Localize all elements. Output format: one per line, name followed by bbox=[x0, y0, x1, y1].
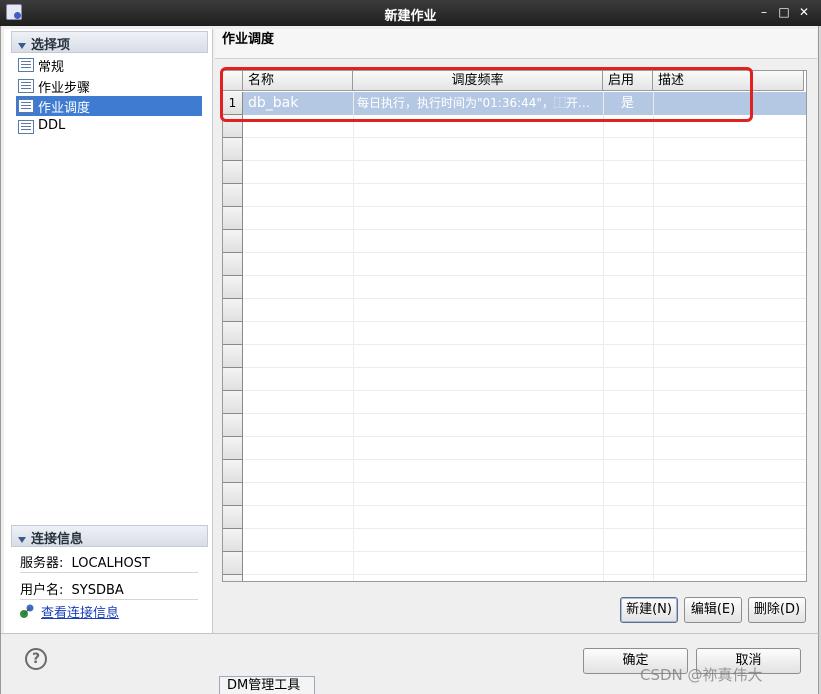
cell-name[interactable]: db_bak bbox=[248, 92, 352, 115]
help-icon[interactable]: ? bbox=[25, 648, 47, 670]
schedule-table: 名称 调度频率 启用 描述 1 db_bak 每日执行，执行时间为"01:36:… bbox=[222, 70, 807, 582]
connection-server-row: 服务器: LOCALHOST bbox=[20, 547, 198, 573]
empty-row-header bbox=[223, 368, 243, 391]
sidebar-item-job-steps[interactable]: 作业步骤 bbox=[16, 76, 202, 96]
view-connection-info-link[interactable]: 查看连接信息 bbox=[19, 602, 119, 621]
row-gridline bbox=[243, 252, 806, 253]
window-title: 新建作业 bbox=[384, 9, 437, 24]
empty-row-header bbox=[223, 161, 243, 184]
empty-row-header bbox=[223, 483, 243, 506]
edit-button[interactable]: 编辑(E) bbox=[684, 597, 742, 623]
cell-enabled[interactable]: 是 bbox=[621, 92, 651, 115]
row-gridline bbox=[243, 137, 806, 138]
collapse-triangle-icon bbox=[18, 42, 26, 49]
row-gridline bbox=[243, 551, 806, 552]
document-icon bbox=[18, 120, 34, 134]
maximize-button[interactable]: □ bbox=[776, 3, 792, 21]
server-value: LOCALHOST bbox=[71, 556, 150, 571]
watermark: CSDN @祢真伟大 bbox=[640, 666, 763, 684]
sidebar-item-label: 作业调度 bbox=[38, 101, 91, 116]
empty-row-header bbox=[223, 184, 243, 207]
row-gridline bbox=[243, 459, 806, 460]
new-button[interactable]: 新建(N) bbox=[620, 597, 678, 623]
section-header-label: 选择项 bbox=[31, 38, 71, 53]
empty-row-header bbox=[223, 299, 243, 322]
column-header-frequency[interactable]: 调度频率 bbox=[353, 71, 603, 91]
row-gridline bbox=[243, 160, 806, 161]
minimize-button[interactable]: – bbox=[756, 3, 772, 21]
window-titlebar: 新建作业 – □ ✕ bbox=[0, 0, 821, 26]
empty-row-header bbox=[223, 322, 243, 345]
row-gridline bbox=[243, 413, 806, 414]
row-gridline bbox=[243, 390, 806, 391]
sidebar-item-label: DDL bbox=[38, 118, 66, 133]
footer-divider bbox=[1, 633, 820, 634]
left-pane: 选择项 常规 作业步骤 作业调度 DDL 连接信息 服务器: LOCALHOST… bbox=[4, 29, 213, 633]
empty-row-header bbox=[223, 138, 243, 161]
row-gridline bbox=[243, 298, 806, 299]
row-gridline bbox=[243, 206, 806, 207]
empty-row-header bbox=[223, 391, 243, 414]
close-button[interactable]: ✕ bbox=[796, 3, 812, 21]
row-gridline bbox=[243, 482, 806, 483]
document-icon bbox=[18, 79, 34, 93]
table-corner bbox=[223, 71, 243, 91]
column-header-name[interactable]: 名称 bbox=[243, 71, 353, 91]
server-label: 服务器: bbox=[20, 556, 64, 571]
user-value: SYSDBA bbox=[71, 583, 124, 598]
section-header-options[interactable]: 选择项 bbox=[11, 31, 208, 53]
column-gridline bbox=[653, 91, 654, 581]
section-header-connection[interactable]: 连接信息 bbox=[11, 525, 208, 547]
column-gridline bbox=[603, 91, 604, 581]
column-header-description[interactable]: 描述 bbox=[653, 71, 804, 91]
empty-row-header bbox=[223, 552, 243, 575]
empty-row-header bbox=[223, 460, 243, 483]
empty-row-header bbox=[223, 207, 243, 230]
row-gridline bbox=[243, 528, 806, 529]
empty-row-header bbox=[223, 506, 243, 529]
empty-row-header bbox=[223, 437, 243, 460]
document-icon bbox=[18, 99, 34, 113]
empty-row-header bbox=[223, 345, 243, 368]
connection-info-icon bbox=[20, 604, 34, 618]
row-gridline bbox=[243, 275, 806, 276]
row-gridline bbox=[243, 229, 806, 230]
cell-description[interactable] bbox=[657, 92, 803, 115]
empty-row-header bbox=[223, 115, 243, 138]
row-gridline bbox=[243, 321, 806, 322]
row-gridline bbox=[243, 344, 806, 345]
link-label: 查看连接信息 bbox=[41, 606, 120, 621]
column-gridline bbox=[353, 91, 354, 581]
column-header-enabled[interactable]: 启用 bbox=[603, 71, 653, 91]
sidebar-item-job-schedule[interactable]: 作业调度 bbox=[16, 96, 202, 116]
dialog-body: 选择项 常规 作业步骤 作业调度 DDL 连接信息 服务器: LOCALHOST… bbox=[0, 26, 820, 694]
user-label: 用户名: bbox=[20, 583, 64, 598]
connection-user-row: 用户名: SYSDBA bbox=[20, 574, 198, 600]
row-gridline bbox=[243, 183, 806, 184]
delete-button[interactable]: 删除(D) bbox=[748, 597, 806, 623]
right-pane: 作业调度 名称 调度频率 启用 描述 1 db_bak 每日执行，执行时间为"0… bbox=[215, 29, 817, 633]
empty-row-header bbox=[223, 230, 243, 253]
empty-row-header bbox=[223, 575, 243, 581]
row-number: 1 bbox=[223, 92, 243, 115]
sidebar-item-general[interactable]: 常规 bbox=[16, 55, 202, 75]
section-header-label: 连接信息 bbox=[31, 532, 84, 547]
empty-row-header bbox=[223, 529, 243, 552]
cell-frequency[interactable]: 每日执行，执行时间为"01:36:44"，⿰开… bbox=[357, 92, 601, 115]
row-gridline bbox=[243, 505, 806, 506]
empty-row-header bbox=[223, 276, 243, 299]
empty-row-header bbox=[223, 414, 243, 437]
collapse-triangle-icon bbox=[18, 536, 26, 543]
taskbar-tab-dm-tool[interactable]: DM管理工具 bbox=[219, 676, 315, 694]
sidebar-item-ddl[interactable]: DDL bbox=[16, 117, 202, 137]
empty-row-header bbox=[223, 253, 243, 276]
sidebar-item-label: 常规 bbox=[38, 60, 65, 75]
row-gridline bbox=[243, 436, 806, 437]
sidebar-item-label: 作业步骤 bbox=[38, 81, 91, 96]
document-icon bbox=[18, 58, 34, 72]
page-title: 作业调度 bbox=[215, 29, 817, 59]
row-gridline bbox=[243, 367, 806, 368]
row-gridline bbox=[243, 574, 806, 575]
